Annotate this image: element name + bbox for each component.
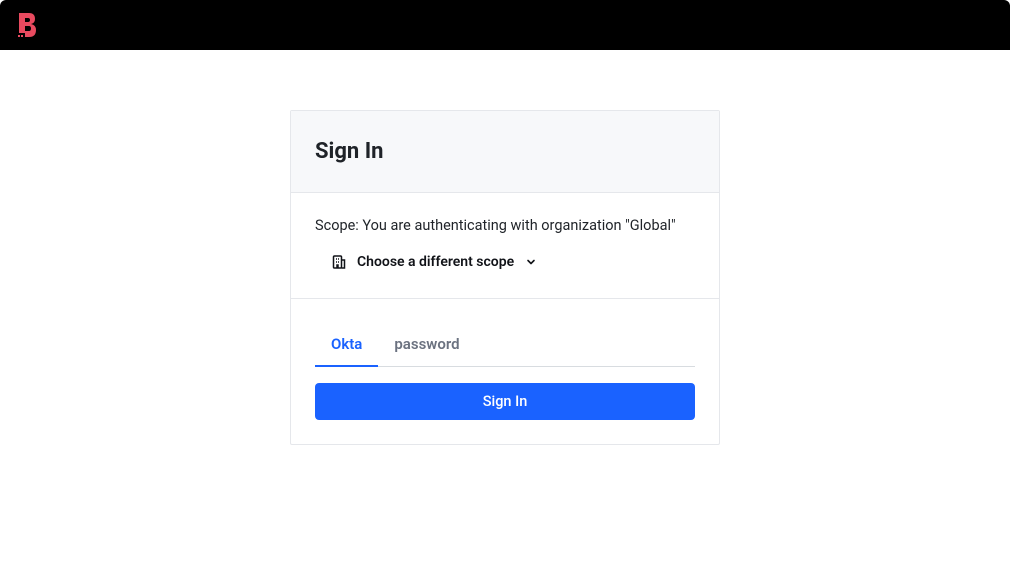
chevron-down-icon [524,255,538,269]
auth-section: Okta password Sign In [291,299,719,444]
signin-button[interactable]: Sign In [315,383,695,420]
scope-selector-label: Choose a different scope [357,254,514,270]
tab-password[interactable]: password [378,323,475,367]
scope-selector[interactable]: Choose a different scope [315,254,538,270]
page-title: Sign In [315,139,695,164]
topbar [0,0,1010,50]
card-header: Sign In [291,111,719,193]
building-icon [331,254,347,270]
scope-section: Scope: You are authenticating with organ… [291,193,719,299]
tab-okta[interactable]: Okta [315,323,378,367]
brand-logo-icon[interactable] [14,10,40,40]
scope-description: Scope: You are authenticating with organ… [315,217,695,234]
main-content: Sign In Scope: You are authenticating wi… [0,50,1010,445]
signin-card: Sign In Scope: You are authenticating wi… [290,110,720,445]
auth-tabs: Okta password [315,323,695,367]
